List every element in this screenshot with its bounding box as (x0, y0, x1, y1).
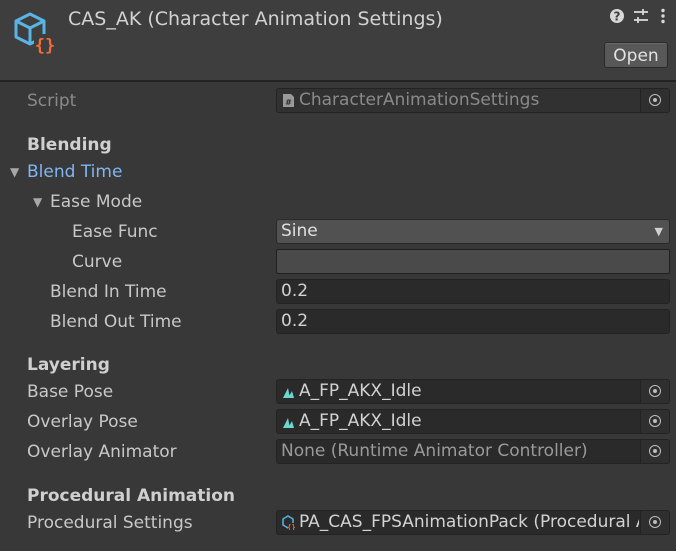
open-button[interactable]: Open (604, 42, 668, 68)
blend-in-label: Blend In Time (50, 282, 167, 302)
inspector-title: CAS_AK (Character Animation Settings) (68, 8, 443, 30)
foldout-arrow-icon[interactable]: ▼ (33, 187, 42, 217)
layering-header-row: Layering (0, 350, 676, 380)
script-value: CharacterAnimationSettings (299, 90, 540, 110)
base-pose-value: A_FP_AKX_Idle (299, 381, 422, 401)
layering-section-label: Layering (27, 355, 110, 375)
procedural-settings-label: Procedural Settings (27, 513, 193, 533)
curve-row: Curve (0, 247, 676, 277)
overlay-pose-row: Overlay Pose A_FP_AKX_Idle (0, 407, 676, 437)
ease-func-dropdown[interactable]: Sine ▼ (276, 219, 670, 244)
blend-out-input[interactable]: 0.2 (276, 309, 670, 334)
procedural-settings-row: Procedural Settings {} PA_CAS_FPSAnimati… (0, 508, 676, 538)
overlay-animator-label: Overlay Animator (27, 442, 177, 462)
object-picker-icon[interactable] (640, 89, 669, 112)
svg-text:?: ? (614, 10, 621, 24)
blend-out-value: 0.2 (281, 311, 309, 331)
overlay-animator-field[interactable]: None (Runtime Animator Controller) (276, 439, 670, 464)
overlay-pose-label: Overlay Pose (27, 412, 138, 432)
ease-func-value: Sine (281, 221, 318, 241)
blending-section-label: Blending (27, 135, 112, 155)
blending-header-row: Blending (0, 130, 676, 160)
overlay-pose-value: A_FP_AKX_Idle (299, 411, 422, 431)
animation-clip-icon (283, 418, 294, 428)
blend-in-value: 0.2 (281, 281, 309, 301)
procedural-settings-value: PA_CAS_FPSAnimationPack (Procedural A (299, 512, 639, 532)
script-field: # CharacterAnimationSettings (276, 88, 670, 113)
ease-mode-label[interactable]: Ease Mode (50, 187, 142, 217)
help-icon[interactable]: ? (609, 8, 625, 30)
scriptable-object-icon: {} (14, 12, 56, 56)
blend-time-foldout[interactable]: ▼ Blend Time (0, 157, 676, 187)
object-picker-icon[interactable] (640, 410, 669, 433)
animation-clip-icon (283, 388, 294, 398)
object-picker-icon[interactable] (640, 511, 669, 534)
base-pose-row: Base Pose A_FP_AKX_Idle (0, 377, 676, 407)
overlay-pose-field[interactable]: A_FP_AKX_Idle (276, 409, 670, 434)
curve-label: Curve (72, 252, 123, 272)
overlay-animator-row: Overlay Animator None (Runtime Animator … (0, 437, 676, 467)
ease-func-label: Ease Func (72, 222, 158, 242)
kebab-menu-icon[interactable] (660, 8, 666, 30)
script-label: Script (27, 91, 77, 111)
blend-out-row: Blend Out Time 0.2 (0, 307, 676, 337)
ease-func-row: Ease Func Sine ▼ (0, 217, 676, 247)
preset-sliders-icon[interactable] (632, 8, 650, 30)
blend-out-label: Blend Out Time (50, 312, 182, 332)
chevron-down-icon: ▼ (654, 225, 663, 238)
svg-text:{}: {} (35, 36, 55, 56)
procedural-header-row: Procedural Animation (0, 481, 676, 511)
csharp-script-icon: # (283, 94, 294, 107)
ease-mode-foldout[interactable]: ▼ Ease Mode (0, 187, 676, 217)
base-pose-label: Base Pose (27, 382, 114, 402)
procedural-section-label: Procedural Animation (27, 486, 236, 506)
base-pose-field[interactable]: A_FP_AKX_Idle (276, 379, 670, 404)
svg-text:{}: {} (287, 524, 295, 531)
object-picker-icon[interactable] (640, 440, 669, 463)
inspector-header: {} CAS_AK (Character Animation Settings)… (0, 0, 676, 82)
procedural-settings-field[interactable]: {} PA_CAS_FPSAnimationPack (Procedural A (276, 510, 670, 535)
svg-text:#: # (285, 98, 292, 107)
script-row: Script # CharacterAnimationSettings (0, 86, 676, 116)
curve-field[interactable] (276, 249, 670, 274)
object-picker-icon[interactable] (640, 380, 669, 403)
blend-time-label[interactable]: Blend Time (27, 157, 122, 187)
foldout-arrow-icon[interactable]: ▼ (10, 157, 19, 187)
blend-in-row: Blend In Time 0.2 (0, 277, 676, 307)
overlay-animator-value: None (Runtime Animator Controller) (281, 441, 588, 461)
blend-in-input[interactable]: 0.2 (276, 279, 670, 304)
scriptable-object-icon: {} (282, 515, 295, 530)
